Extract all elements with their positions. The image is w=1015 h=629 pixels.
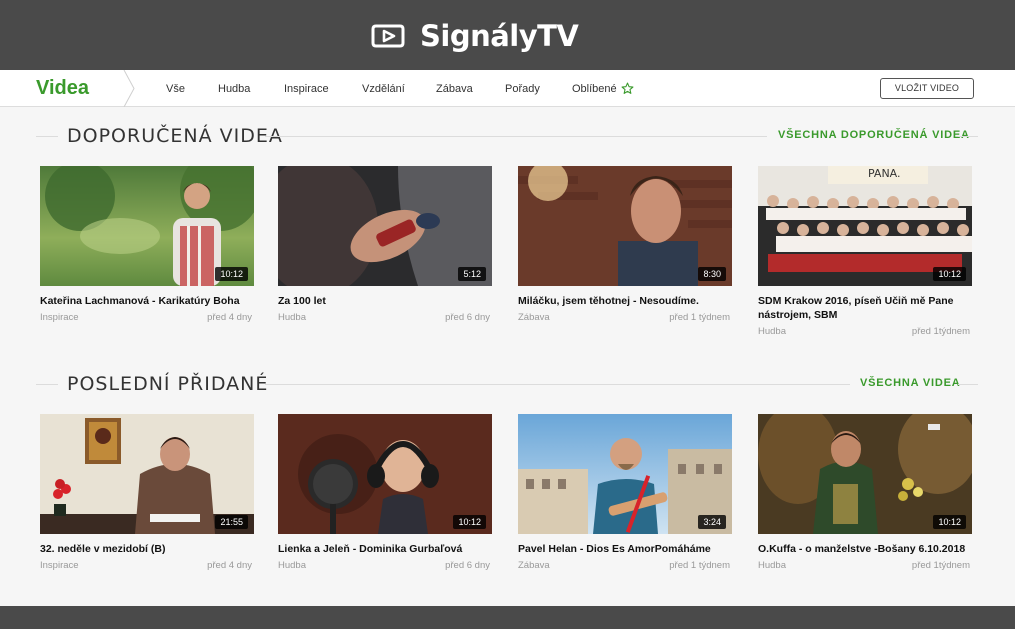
video-date: před 6 dny [445, 560, 490, 571]
video-date: před 1týdnem [911, 326, 970, 337]
video-thumbnail[interactable]: 5:12 [278, 166, 492, 286]
top-bar: SignályTV [0, 0, 1015, 70]
video-category[interactable]: Inspirace [40, 560, 79, 571]
duration-badge: 21:55 [215, 515, 248, 529]
poster-text: PANA. [868, 167, 901, 180]
duration-badge: 8:30 [698, 267, 726, 281]
video-thumbnail[interactable]: 8:30 [518, 166, 732, 286]
video-meta: Hudba před 1týdnem [758, 560, 972, 573]
nav-item-oblibene[interactable]: Oblíbené [572, 83, 617, 95]
video-title[interactable]: Lienka a Jeleň - Dominika Gurbaľová [278, 542, 492, 556]
nav-item-vse[interactable]: Vše [166, 83, 185, 95]
video-thumbnail[interactable]: 10:12 [758, 414, 972, 534]
all-featured-link[interactable]: VŠECHNA DOPORUČENÁ VIDEA [778, 129, 970, 141]
video-card[interactable]: PANA. 10:12 SDM Krakow 2016, píseň Učiň … [758, 166, 972, 339]
section-header-latest: POSLEDNÍ PŘIDANÉ VŠECHNA VIDEA [0, 372, 1015, 396]
divider [958, 136, 978, 137]
video-category[interactable]: Hudba [758, 560, 786, 571]
chevron-right-icon [123, 70, 135, 107]
duration-badge: 10:12 [933, 267, 966, 281]
play-icon [371, 24, 405, 48]
video-card[interactable]: 3:24 Pavel Helan - Dios Es AmorPomáháme … [518, 414, 732, 573]
video-card[interactable]: 5:12 Za 100 let Hudba před 6 dny [278, 166, 492, 325]
section-header-featured: DOPORUČENÁ VIDEA VŠECHNA DOPORUČENÁ VIDE… [0, 124, 1015, 148]
footer-bar [0, 606, 1015, 629]
video-date: před 6 dny [445, 312, 490, 323]
duration-badge: 10:12 [453, 515, 486, 529]
section-title: DOPORUČENÁ VIDEA [67, 125, 283, 147]
video-title[interactable]: 32. neděle v mezidobí (B) [40, 542, 254, 556]
duration-badge: 10:12 [933, 515, 966, 529]
video-thumbnail[interactable]: 21:55 [40, 414, 254, 534]
upload-video-button[interactable]: VLOŽIT VIDEO [880, 78, 974, 99]
video-title[interactable]: Pavel Helan - Dios Es AmorPomáháme [518, 542, 732, 556]
video-title[interactable]: Za 100 let [278, 294, 492, 308]
divider [958, 384, 978, 385]
nav-title: Videa [36, 77, 89, 99]
video-category[interactable]: Inspirace [40, 312, 79, 323]
divider [36, 384, 58, 385]
video-card[interactable]: 8:30 Miláčku, jsem těhotnej - Nesoudíme.… [518, 166, 732, 325]
nav-item-vzdelani[interactable]: Vzdělání [362, 83, 405, 95]
video-meta: Hudba před 6 dny [278, 560, 492, 573]
video-meta: Inspirace před 4 dny [40, 312, 254, 325]
duration-badge: 5:12 [458, 267, 486, 281]
video-title[interactable]: Miláčku, jsem těhotnej - Nesoudíme. [518, 294, 732, 308]
brand-name: SignályTV [420, 19, 579, 53]
nav-item-zabava[interactable]: Zábava [436, 83, 473, 95]
video-date: před 1 týdnem [669, 312, 730, 323]
video-meta: Inspirace před 4 dny [40, 560, 254, 573]
video-title[interactable]: SDM Krakow 2016, píseň Učiň mě Pane nást… [758, 294, 972, 322]
video-title[interactable]: Kateřina Lachmanová - Karikatúry Boha [40, 294, 254, 308]
video-date: před 4 dny [207, 560, 252, 571]
video-meta: Hudba před 1týdnem [758, 326, 972, 339]
nav-item-hudba[interactable]: Hudba [218, 83, 250, 95]
nav-item-porady[interactable]: Pořady [505, 83, 540, 95]
video-thumbnail[interactable]: 10:12 [278, 414, 492, 534]
video-category[interactable]: Zábava [518, 312, 550, 323]
video-date: před 1týdnem [911, 560, 970, 571]
duration-badge: 10:12 [215, 267, 248, 281]
video-card[interactable]: 10:12 Kateřina Lachmanová - Karikatúry B… [40, 166, 254, 325]
video-date: před 4 dny [207, 312, 252, 323]
video-meta: Zábava před 1 týdnem [518, 312, 732, 325]
video-card[interactable]: 10:12 Lienka a Jeleň - Dominika Gurbaľov… [278, 414, 492, 573]
video-title[interactable]: O.Kuffa - o manželstve -Bošany 6.10.2018 [758, 542, 972, 556]
video-date: před 1 týdnem [669, 560, 730, 571]
video-thumbnail[interactable]: 3:24 [518, 414, 732, 534]
video-category[interactable]: Hudba [278, 560, 306, 571]
divider [265, 136, 767, 137]
video-thumbnail[interactable]: PANA. 10:12 [758, 166, 972, 286]
video-card[interactable]: 21:55 32. neděle v mezidobí (B) Inspirac… [40, 414, 254, 573]
video-meta: Zábava před 1 týdnem [518, 560, 732, 573]
video-category[interactable]: Hudba [758, 326, 786, 337]
divider [265, 384, 850, 385]
video-card[interactable]: 10:12 O.Kuffa - o manželstve -Bošany 6.1… [758, 414, 972, 573]
divider [36, 136, 58, 137]
logo[interactable]: SignályTV [370, 19, 579, 53]
category-nav: Videa Vše Hudba Inspirace Vzdělání Zábav… [0, 70, 1015, 107]
video-thumbnail[interactable]: 10:12 [40, 166, 254, 286]
video-category[interactable]: Zábava [518, 560, 550, 571]
duration-badge: 3:24 [698, 515, 726, 529]
video-meta: Hudba před 6 dny [278, 312, 492, 325]
nav-item-inspirace[interactable]: Inspirace [284, 83, 329, 95]
video-category[interactable]: Hudba [278, 312, 306, 323]
star-icon[interactable] [621, 82, 634, 95]
section-title: POSLEDNÍ PŘIDANÉ [67, 373, 269, 395]
all-videos-link[interactable]: VŠECHNA VIDEA [860, 377, 960, 389]
